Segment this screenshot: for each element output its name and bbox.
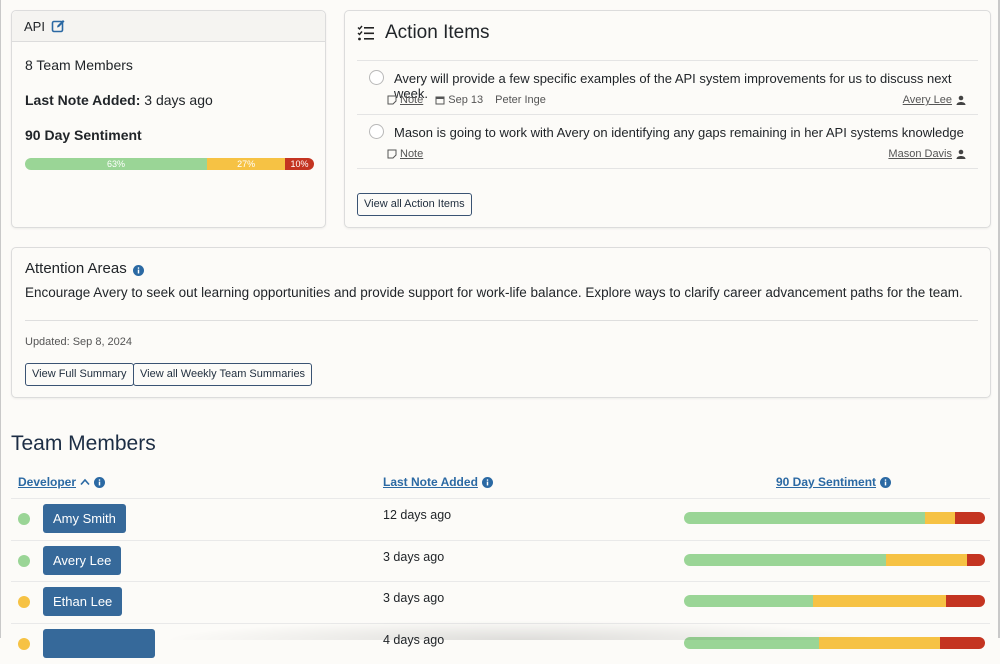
developer-name-button[interactable]: Ethan Lee	[43, 587, 123, 616]
view-weekly-summaries-button[interactable]: View all Weekly Team Summaries	[133, 363, 313, 386]
attention-areas-card: Attention Areas Encourage Avery to seek …	[11, 247, 991, 398]
info-icon[interactable]	[132, 263, 144, 276]
checklist-icon	[357, 25, 375, 41]
team-last-note: Last Note Added: 3 days ago	[25, 92, 213, 108]
action-item-owner: Mason Davis	[888, 148, 966, 160]
sentiment-bar	[684, 595, 985, 607]
status-dot	[18, 554, 30, 567]
complete-radio[interactable]	[369, 124, 384, 139]
developer-name-button[interactable]: Amy Smith	[43, 504, 126, 533]
info-icon[interactable]	[94, 476, 106, 488]
sentiment-segment-negative	[954, 512, 985, 524]
owner-link[interactable]: Mason Davis	[888, 148, 952, 160]
action-item: Avery will provide a few specific exampl…	[357, 61, 978, 115]
sentiment-segment-positive: 63%	[25, 158, 208, 170]
sentiment-segment-negative: 10%	[285, 158, 314, 170]
attention-areas-header: Attention Areas	[25, 260, 144, 277]
team-sentiment-bar: 63% 27% 10%	[25, 158, 314, 170]
team-members-count: 8 Team Members	[25, 57, 133, 73]
action-item-meta: Note	[387, 148, 423, 160]
last-note-header-label: Last Note Added	[383, 475, 478, 489]
sentiment-header-label: 90 Day Sentiment	[776, 475, 877, 489]
info-icon[interactable]	[880, 476, 892, 488]
last-note-label: Last Note Added:	[25, 92, 141, 108]
team-member-row: 4 days ago	[11, 622, 990, 664]
sentiment-segment-positive	[684, 512, 925, 524]
attention-areas-text: Encourage Avery to seek out learning opp…	[25, 285, 963, 300]
note-link[interactable]: Note	[387, 148, 423, 160]
action-item-text: Mason is going to work with Avery on ide…	[394, 125, 964, 140]
note-label: Note	[400, 148, 424, 160]
due-date: Sep 13	[435, 94, 483, 106]
sentiment-segment-neutral	[813, 595, 946, 607]
column-header-sentiment[interactable]: 90 Day Sentiment	[776, 475, 892, 489]
calendar-icon	[435, 96, 445, 105]
last-note-value: 12 days ago	[383, 508, 452, 522]
team-member-row: Ethan Lee 3 days ago	[11, 581, 990, 622]
creator: Peter Inge	[495, 94, 546, 106]
edit-icon[interactable]	[51, 19, 65, 33]
note-label: Note	[400, 94, 424, 106]
sentiment-bar	[684, 512, 985, 524]
sentiment-segment-negative	[966, 553, 985, 566]
team-member-row: Avery Lee 3 days ago	[11, 539, 990, 581]
action-items-list: Avery will provide a few specific exampl…	[357, 60, 978, 169]
developer-header-label: Developer	[18, 475, 77, 489]
last-note-value: 3 days ago	[383, 591, 445, 605]
team-members-title: Team Members	[11, 432, 156, 455]
sentiment-segment-neutral	[819, 636, 940, 649]
sentiment-segment-negative	[939, 636, 985, 649]
note-icon	[387, 95, 397, 105]
team-name: API	[24, 18, 45, 34]
column-header-developer[interactable]: Developer	[18, 475, 106, 489]
status-dot	[18, 637, 30, 650]
status-dot	[18, 513, 30, 525]
sentiment-bar	[684, 636, 985, 649]
action-item-meta: Note Sep 13 Peter Inge	[387, 94, 546, 106]
team-summary-card: API 8 Team Members Last Note Added: 3 da…	[11, 10, 326, 228]
status-dot	[18, 596, 30, 608]
attention-areas-title: Attention Areas	[25, 260, 127, 277]
owner-link[interactable]: Avery Lee	[903, 94, 952, 106]
sentiment-segment-neutral: 27%	[207, 158, 286, 170]
complete-radio[interactable]	[369, 70, 384, 85]
team-member-row: Amy Smith 12 days ago	[11, 498, 990, 539]
team-card-header: API	[12, 11, 325, 42]
sentiment-segment-positive	[684, 636, 820, 649]
action-items-card: Action Items Avery will provide a few sp…	[344, 10, 991, 228]
updated-date: Updated: Sep 8, 2024	[25, 336, 133, 348]
user-icon	[956, 149, 966, 159]
sentiment-segment-positive	[684, 595, 814, 607]
view-all-action-items-button[interactable]: View all Action Items	[357, 193, 472, 216]
action-items-title: Action Items	[385, 22, 490, 43]
user-icon	[956, 95, 966, 105]
action-item-owner: Avery Lee	[903, 94, 966, 106]
action-item: Mason is going to work with Avery on ide…	[357, 115, 978, 169]
note-icon	[387, 149, 397, 159]
sentiment-segment-negative	[945, 595, 985, 607]
action-items-header: Action Items	[357, 22, 490, 44]
due-date-text: Sep 13	[448, 94, 484, 106]
sentiment-segment-neutral	[885, 553, 967, 566]
last-note-value: 3 days ago	[144, 92, 213, 108]
column-header-last-note[interactable]: Last Note Added	[383, 475, 493, 489]
developer-name-button[interactable]	[43, 628, 155, 658]
sort-ascending-icon	[80, 475, 90, 489]
sentiment-bar	[684, 553, 985, 566]
view-full-summary-button[interactable]: View Full Summary	[25, 363, 134, 386]
sentiment-segment-positive	[684, 553, 886, 566]
divider	[25, 320, 978, 321]
sentiment-heading: 90 Day Sentiment	[25, 127, 142, 143]
sentiment-segment-neutral	[924, 512, 955, 524]
info-icon[interactable]	[481, 476, 493, 488]
note-link[interactable]: Note	[387, 94, 423, 106]
developer-name-button[interactable]: Avery Lee	[43, 545, 122, 575]
last-note-value: 3 days ago	[383, 549, 445, 564]
last-note-value: 4 days ago	[383, 632, 445, 647]
